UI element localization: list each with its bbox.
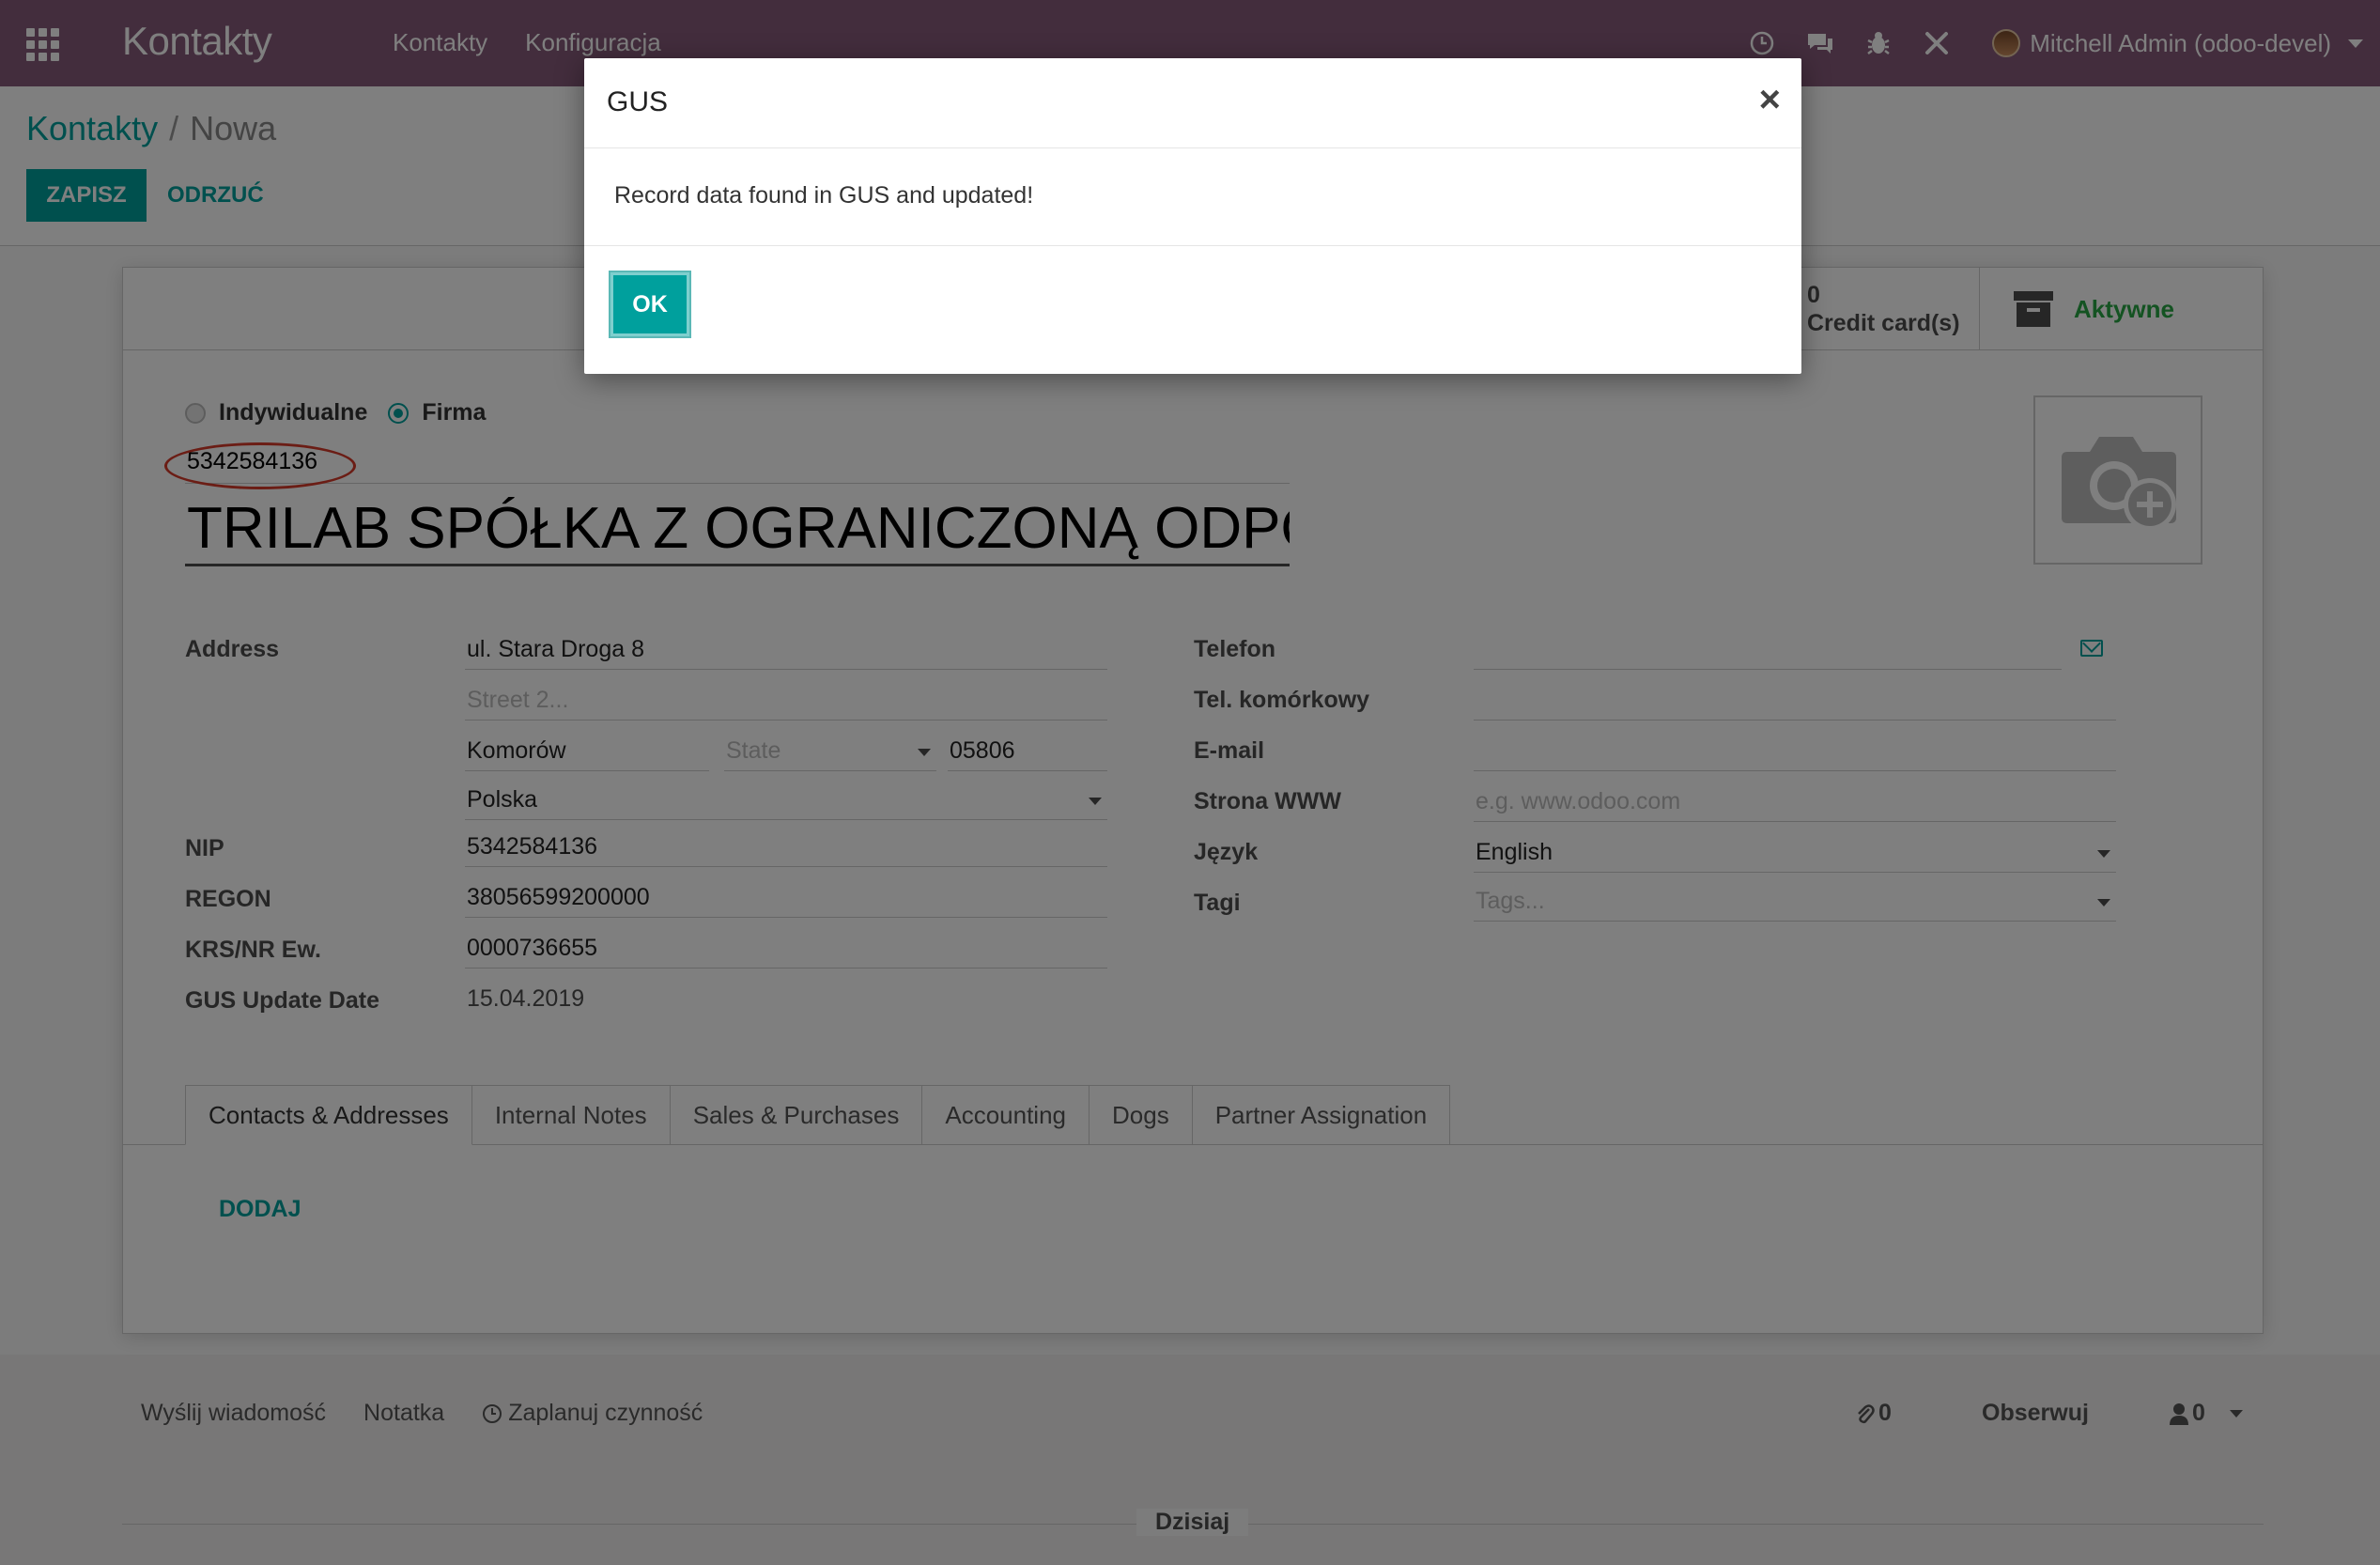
gus-dialog: GUS × Record data found in GUS and updat… <box>584 58 1801 374</box>
dialog-title: GUS <box>607 86 669 117</box>
ok-button[interactable]: OK <box>610 272 689 336</box>
dialog-header: GUS × <box>584 58 1801 148</box>
dialog-footer: OK <box>584 246 1801 363</box>
close-icon[interactable]: × <box>1759 81 1781 118</box>
dialog-message: Record data found in GUS and updated! <box>584 148 1801 246</box>
